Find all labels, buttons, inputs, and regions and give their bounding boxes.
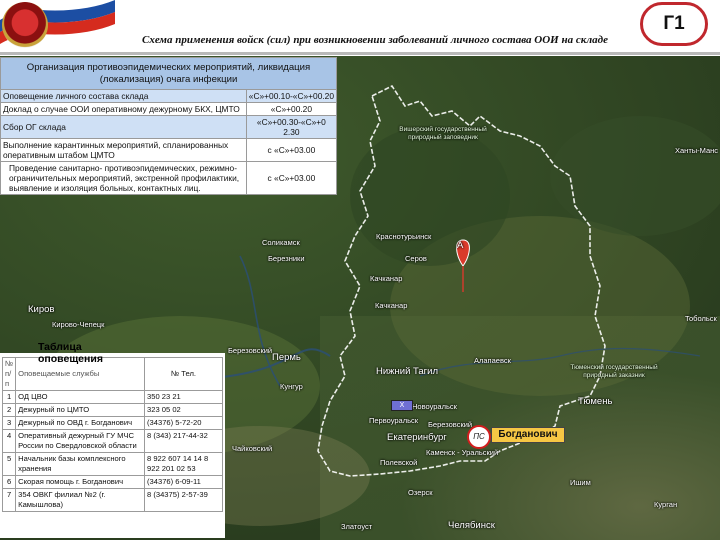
map-label-kachkanar: Качканар <box>370 274 403 283</box>
map-label-novouralsk: Новоуральск <box>412 402 457 411</box>
activity-action: Выполнение карантинных мероприятий, спла… <box>0 138 247 162</box>
bogdanovich-label[interactable]: Богданович <box>491 427 565 443</box>
map-label-serov: Серов <box>405 254 427 263</box>
map-label-perm: Пермь <box>272 352 301 363</box>
notification-table: № п/п Оповещаемые службы № Тел. 1 ОД ЦВО… <box>1 357 223 512</box>
map-label-chaikovsky: Чайковский <box>232 444 273 453</box>
activity-action: Доклад о случае ООИ оперативному дежурно… <box>0 102 247 116</box>
activity-table-header: Организация противоэпидемических меропри… <box>0 57 337 90</box>
activity-time: «С»+00.30-«С»+0 2.30 <box>245 115 338 139</box>
map-label-tyumen-reserve: Тюменский государственный природный зака… <box>570 364 658 379</box>
table-row: 7 354 ОВКГ филиал №2 (г. Камышлова) 8 (3… <box>1 488 223 512</box>
map-label-kamensk: Каменск - Уральский <box>426 448 499 457</box>
row-num: 4 <box>1 429 17 453</box>
header-divider <box>0 52 720 55</box>
map-label-ozersk: Озерск <box>408 488 433 497</box>
map-label-krasnoturinsk: Краснотурьинск <box>376 232 432 241</box>
map-label-tobolsk: Тобольск <box>685 314 717 323</box>
map-label-zlatoust: Златоуст <box>341 522 373 531</box>
activity-time: с «С»+03.00 <box>245 138 338 162</box>
row-num: 1 <box>1 390 17 404</box>
row-phone: (34376) 6-09-11 <box>144 475 223 489</box>
row-phone: 8 (343) 217-44-32 <box>144 429 223 453</box>
table-row: 5 Начальник базы комплексного хранения 8… <box>1 452 223 476</box>
map-label-vishera: Вишерский государственный природный запо… <box>399 126 487 141</box>
ps-marker[interactable]: ПС <box>467 425 491 449</box>
map-label-yekaterinburg: Екатеринбург <box>387 432 447 443</box>
table-row: 3 Дежурный по ОВД г. Богданович (34376) … <box>1 416 223 430</box>
row-phone: 8 922 607 14 14 8 922 201 02 53 <box>144 452 223 476</box>
activity-time: с «С»+03.00 <box>245 161 338 195</box>
row-service: Дежурный по ЦМТО <box>15 403 145 417</box>
row-service: ОД ЦВО <box>15 390 145 404</box>
row-num: 5 <box>1 452 17 476</box>
map-label-kurgan: Курган <box>654 500 678 509</box>
row-service: Скорая помощь г. Богданович <box>15 475 145 489</box>
activity-action: Проведение санитарно- противоэпидемическ… <box>0 161 247 195</box>
map-label-kungur: Кунгур <box>280 382 303 391</box>
row-num: 6 <box>1 475 17 489</box>
table-row: 2 Дежурный по ЦМТО 323 05 02 <box>1 403 223 417</box>
header: Схема применения войск (сил) при возникн… <box>0 0 720 56</box>
row-num: 3 <box>1 416 17 430</box>
row-phone: 8 (34375) 2-57-39 <box>144 488 223 512</box>
map-label-kachkanar-city: Качканар <box>375 301 408 310</box>
activity-time: «С»+00.10-«С»+00.20 <box>245 89 338 103</box>
activity-action: Сбор ОГ склада <box>0 115 247 139</box>
row-phone: (34376) 5-72-20 <box>144 416 223 430</box>
table-row: 4 Оперативный дежурный ГУ МЧС России по … <box>1 429 223 453</box>
map-label-pervouralsk: Первоуральск <box>369 416 419 425</box>
map-label-berezovsky-top: Березовский <box>228 346 273 355</box>
row-service: 354 ОВКГ филиал №2 (г. Камышлова) <box>15 488 145 512</box>
col-num-header: № п/п <box>1 357 17 391</box>
page-title: Схема применения войск (сил) при возникн… <box>141 34 609 46</box>
marker-a-icon[interactable]: А <box>457 240 463 251</box>
map-label-berezovsky: Березовский <box>428 420 473 429</box>
ministry-emblem-icon <box>2 2 48 48</box>
table-row: Оповещение личного состава склада «С»+00… <box>0 89 338 103</box>
col-phone-header: № Тел. <box>144 357 223 391</box>
row-num: 2 <box>1 403 17 417</box>
map-label-tyumen: Тюмень <box>578 396 613 407</box>
table-row: Проведение санитарно- противоэпидемическ… <box>0 161 338 195</box>
notification-table-title: Таблица оповещения <box>38 341 103 365</box>
table-row: 1 ОД ЦВО 350 23 21 <box>1 390 223 404</box>
row-phone: 350 23 21 <box>144 390 223 404</box>
map-label-khanty: Ханты-Манс <box>675 146 719 155</box>
activity-action: Оповещение личного состава склада <box>0 89 247 103</box>
map-label-ishim: Ишим <box>570 478 591 487</box>
map-label-polevskoy: Полевской <box>380 458 418 467</box>
map-label-kirovo: Кирово-Чепецк <box>52 320 105 329</box>
row-phone: 323 05 02 <box>144 403 223 417</box>
activity-table: Организация противоэпидемических меропри… <box>0 57 338 195</box>
activity-time: «С»+00.20 <box>245 102 338 116</box>
notification-panel: № п/п Оповещаемые службы № Тел. 1 ОД ЦВО… <box>0 341 225 538</box>
map-label-nizhny-tagil: Нижний Тагил <box>376 366 438 377</box>
map-label-alapaevsk: Алапаевск <box>474 356 511 365</box>
map-label-chelyabinsk: Челябинск <box>448 520 495 531</box>
map-label-berezniki: Березники <box>268 254 305 263</box>
x-marker[interactable]: Х <box>391 400 413 411</box>
table-row: Доклад о случае ООИ оперативному дежурно… <box>0 102 338 116</box>
map-label-solikamsk: Соликамск <box>262 238 300 247</box>
row-service: Дежурный по ОВД г. Богданович <box>15 416 145 430</box>
slide-code-badge: Г1 <box>640 2 708 46</box>
row-num: 7 <box>1 488 17 512</box>
flag-banner <box>0 0 115 52</box>
table-row: 6 Скорая помощь г. Богданович (34376) 6-… <box>1 475 223 489</box>
table-row: Выполнение карантинных мероприятий, спла… <box>0 138 338 162</box>
row-service: Оперативный дежурный ГУ МЧС России по Св… <box>15 429 145 453</box>
map-label-kirov: Киров <box>28 304 55 315</box>
row-service: Начальник базы комплексного хранения <box>15 452 145 476</box>
table-row: Сбор ОГ склада «С»+00.30-«С»+0 2.30 <box>0 115 338 139</box>
